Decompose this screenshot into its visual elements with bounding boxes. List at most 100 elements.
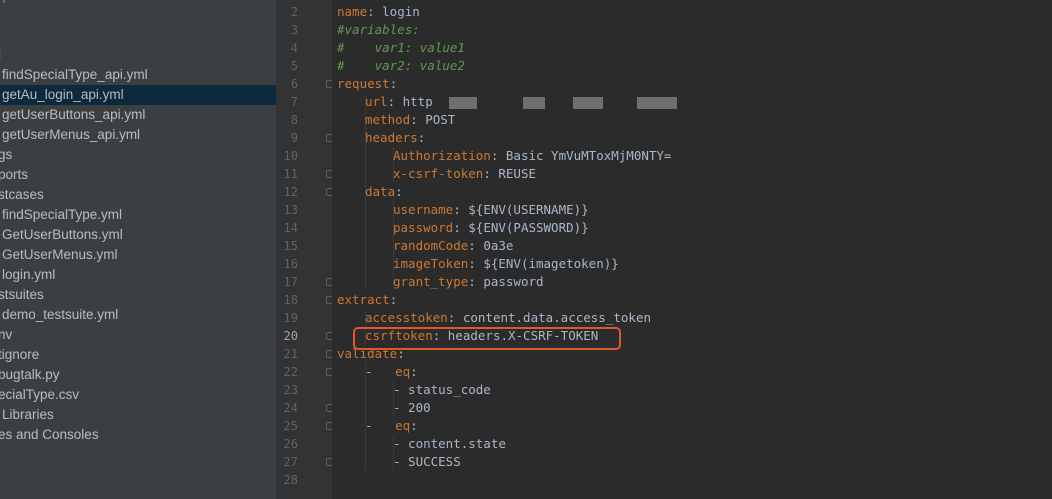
tree-item-label: bugtalk.py bbox=[0, 367, 60, 382]
tree-item[interactable]: findSpecialType.yml bbox=[0, 205, 276, 225]
tree-item[interactable]: Libraries bbox=[0, 405, 276, 425]
yaml-value: - bbox=[365, 418, 396, 433]
tree-item[interactable]: stcases bbox=[0, 185, 276, 205]
tree-item[interactable]: demo_testsuite.yml bbox=[0, 305, 276, 325]
line-number: 8 bbox=[290, 113, 298, 127]
line-number: 28 bbox=[283, 473, 298, 487]
tree-item-label: demo_testsuite.yml bbox=[2, 307, 119, 322]
tree-item[interactable]: stsuites bbox=[0, 285, 276, 305]
code-line[interactable]: headers: bbox=[365, 129, 425, 147]
code-editor[interactable]: name: login #variables: # var1: value1 # va… bbox=[332, 0, 1052, 499]
yaml-key: method bbox=[365, 112, 411, 127]
tree-item[interactable]: bugtalk.py bbox=[0, 365, 276, 385]
yaml-key: url bbox=[365, 94, 388, 109]
line-number: 24 bbox=[283, 401, 298, 415]
tree-item-label: getUserMenus_api.yml bbox=[2, 127, 141, 142]
tree-item-label: gs bbox=[0, 147, 13, 162]
tree-item[interactable]: gs bbox=[0, 145, 276, 165]
tree-item[interactable]: ecialType.csv bbox=[0, 385, 276, 405]
yaml-value: : ${ENV(imagetoken)} bbox=[468, 256, 619, 271]
yaml-value: : password bbox=[468, 274, 544, 289]
code-line[interactable]: - status_code bbox=[393, 381, 491, 399]
code-line[interactable]: x-csrf-token: REUSE bbox=[393, 165, 536, 183]
yaml-value: : 0a3e bbox=[468, 238, 514, 253]
code-line[interactable]: accesstoken: content.data.access_token bbox=[365, 309, 651, 327]
yaml-key: accesstoken bbox=[365, 310, 448, 325]
ide-window: ij · ····· jfindSpecialType_api.yml getAu… bbox=[0, 0, 1052, 499]
tree-item[interactable]: j bbox=[0, 45, 276, 65]
yaml-key: x-csrf-token bbox=[393, 166, 484, 181]
code-line[interactable]: #variables: bbox=[337, 21, 420, 39]
line-number: 17 bbox=[283, 275, 298, 289]
tree-item[interactable]: nv bbox=[0, 325, 276, 345]
tree-item[interactable]: GetUserMenus.yml bbox=[0, 245, 276, 265]
yaml-value: : POST bbox=[410, 112, 456, 127]
code-line[interactable]: grant_type: password bbox=[393, 273, 544, 291]
code-line[interactable]: - eq: bbox=[365, 417, 418, 435]
project-tree[interactable]: ij · ····· jfindSpecialType_api.yml getAu… bbox=[0, 0, 276, 499]
tree-item-label: j bbox=[0, 45, 1, 65]
code-line[interactable]: - 200 bbox=[393, 399, 431, 417]
yaml-key: password bbox=[393, 220, 454, 235]
tree-item[interactable]: GetUserButtons.yml bbox=[0, 225, 276, 245]
line-number: 18 bbox=[283, 293, 298, 307]
yaml-key: randomCode bbox=[393, 238, 469, 253]
tree-item-label: findSpecialType_api.yml bbox=[2, 67, 148, 82]
code-line[interactable]: randomCode: 0a3e bbox=[393, 237, 513, 255]
yaml-value: : bbox=[395, 184, 403, 199]
line-number: 20 bbox=[283, 329, 298, 343]
tree-item-label: getAu_login_api.yml bbox=[2, 87, 124, 102]
code-line[interactable]: - SUCCESS bbox=[393, 453, 461, 471]
yaml-value: : bbox=[410, 364, 418, 379]
tree-item-label: ecialType.csv bbox=[0, 387, 80, 402]
code-line[interactable]: imageToken: ${ENV(imagetoken)} bbox=[393, 255, 619, 273]
yaml-value: - 200 bbox=[393, 400, 431, 415]
tree-item-label: es and Consoles bbox=[0, 427, 99, 442]
line-number: 23 bbox=[283, 383, 298, 397]
tree-item[interactable]: getUserMenus_api.yml bbox=[0, 125, 276, 145]
code-line[interactable]: - eq: bbox=[365, 363, 418, 381]
tree-item[interactable]: getUserButtons_api.yml bbox=[0, 105, 276, 125]
yaml-value: : ${ENV(PASSWORD)} bbox=[453, 220, 589, 235]
yaml-value: : Basic YmVuMToxMjM0NTY= bbox=[490, 148, 672, 163]
tree-item-label: findSpecialType.yml bbox=[2, 207, 123, 222]
yaml-key: eq bbox=[395, 364, 411, 379]
line-number: 7 bbox=[290, 95, 298, 109]
yaml-comment: # var1: value1 bbox=[337, 40, 465, 55]
code-line[interactable]: name: login bbox=[337, 3, 420, 21]
yaml-value: : bbox=[410, 418, 418, 433]
code-line[interactable]: request: bbox=[337, 75, 397, 93]
redacted-block bbox=[636, 96, 677, 109]
line-number: 11 bbox=[283, 167, 298, 181]
code-line[interactable]: - content.state bbox=[393, 435, 506, 453]
line-number: 14 bbox=[283, 221, 298, 235]
highlight-annotation bbox=[353, 327, 621, 350]
line-number: 19 bbox=[283, 311, 298, 325]
code-line[interactable]: data: bbox=[365, 183, 403, 201]
tree-item[interactable]: getAu_login_api.yml bbox=[0, 85, 276, 105]
code-line[interactable]: Authorization: Basic YmVuMToxMjM0NTY= bbox=[393, 147, 671, 165]
yaml-key: eq bbox=[395, 418, 411, 433]
code-line[interactable]: password: ${ENV(PASSWORD)} bbox=[393, 219, 589, 237]
code-line[interactable]: # var2: value2 bbox=[337, 57, 465, 75]
tree-item-label: stcases bbox=[0, 187, 44, 202]
redacted-block bbox=[522, 96, 545, 109]
yaml-key: extract bbox=[337, 292, 390, 307]
yaml-key: data bbox=[365, 184, 396, 199]
tree-item[interactable]: ports bbox=[0, 165, 276, 185]
tree-item[interactable]: es and Consoles bbox=[0, 425, 276, 445]
yaml-key: request bbox=[337, 76, 390, 91]
tree-item[interactable]: login.yml bbox=[0, 265, 276, 285]
tree-item[interactable]: findSpecialType_api.yml bbox=[0, 65, 276, 85]
code-line[interactable]: extract: bbox=[337, 291, 397, 309]
tree-item[interactable]: tignore bbox=[0, 345, 276, 365]
line-number: 13 bbox=[283, 203, 298, 217]
code-line[interactable]: url: http bbox=[365, 93, 677, 111]
code-line[interactable]: # var1: value1 bbox=[337, 39, 465, 57]
line-number: 26 bbox=[283, 437, 298, 451]
tree-item-label: stsuites bbox=[0, 287, 44, 302]
code-line[interactable]: method: POST bbox=[365, 111, 455, 129]
yaml-value: : bbox=[389, 76, 398, 91]
yaml-value: : http bbox=[387, 94, 433, 109]
code-line[interactable]: username: ${ENV(USERNAME)} bbox=[393, 201, 589, 219]
